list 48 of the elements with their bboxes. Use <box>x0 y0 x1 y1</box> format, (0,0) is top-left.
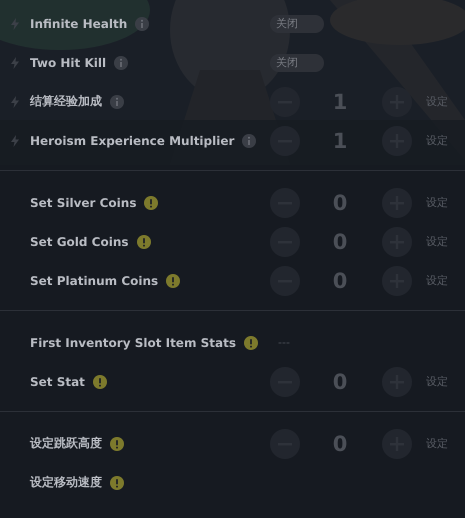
lightning-icon <box>11 18 19 30</box>
warning-icon[interactable] <box>110 476 124 490</box>
cheat-label: Set Silver Coins <box>30 196 136 210</box>
cheat-label: Set Platinum Coins <box>30 274 158 288</box>
apply-button[interactable]: 设定 <box>426 195 448 210</box>
warning-icon[interactable] <box>244 336 258 350</box>
lightning-icon <box>11 96 19 108</box>
minus-button[interactable] <box>270 188 300 218</box>
warning-icon[interactable] <box>92 374 107 388</box>
cheat-label: Infinite Health <box>30 16 128 30</box>
cheat-label: First Inventory Slot Item Stats <box>30 336 236 350</box>
minus-button[interactable] <box>270 126 300 156</box>
warning-icon[interactable] <box>144 196 158 210</box>
apply-button[interactable]: 设定 <box>426 234 448 249</box>
apply-button[interactable]: 设定 <box>426 374 448 389</box>
cheat-label: 设定跳跃高度 <box>30 435 102 452</box>
warning-icon[interactable] <box>110 436 124 450</box>
apply-button[interactable]: 设定 <box>426 133 448 148</box>
cheat-label: 设定移动速度 <box>30 474 102 491</box>
lightning-icon <box>11 134 19 146</box>
cheat-label: Two Hit Kill <box>30 56 106 70</box>
cheat-label: Set Gold Coins <box>30 234 129 248</box>
info-icon[interactable] <box>135 16 150 30</box>
plus-button[interactable] <box>382 266 412 296</box>
minus-button[interactable] <box>270 226 300 256</box>
cheat-label: Set Stat <box>30 374 85 388</box>
info-icon[interactable] <box>110 94 124 108</box>
plus-button[interactable] <box>382 428 412 458</box>
cheat-label: 结算经验加成 <box>30 93 102 110</box>
info-icon[interactable] <box>114 56 128 70</box>
apply-button[interactable]: 设定 <box>426 436 448 451</box>
plus-button[interactable] <box>382 126 412 156</box>
toggle-switch[interactable]: 关闭 <box>270 54 324 72</box>
plus-button[interactable] <box>382 226 412 256</box>
plus-button[interactable] <box>382 366 412 396</box>
warning-icon[interactable] <box>166 274 180 288</box>
lightning-icon <box>11 56 19 68</box>
apply-button[interactable]: 设定 <box>426 94 448 109</box>
minus-button[interactable] <box>270 428 300 458</box>
stat-readout: --- <box>278 336 290 349</box>
toggle-switch[interactable]: 关闭 <box>270 14 324 32</box>
minus-button[interactable] <box>270 366 300 396</box>
cheat-label: Heroism Experience Multiplier <box>30 134 234 148</box>
warning-icon[interactable] <box>136 234 151 248</box>
info-icon[interactable] <box>242 134 256 148</box>
plus-button[interactable] <box>382 188 412 218</box>
apply-button[interactable]: 设定 <box>426 273 448 288</box>
minus-button[interactable] <box>270 266 300 296</box>
